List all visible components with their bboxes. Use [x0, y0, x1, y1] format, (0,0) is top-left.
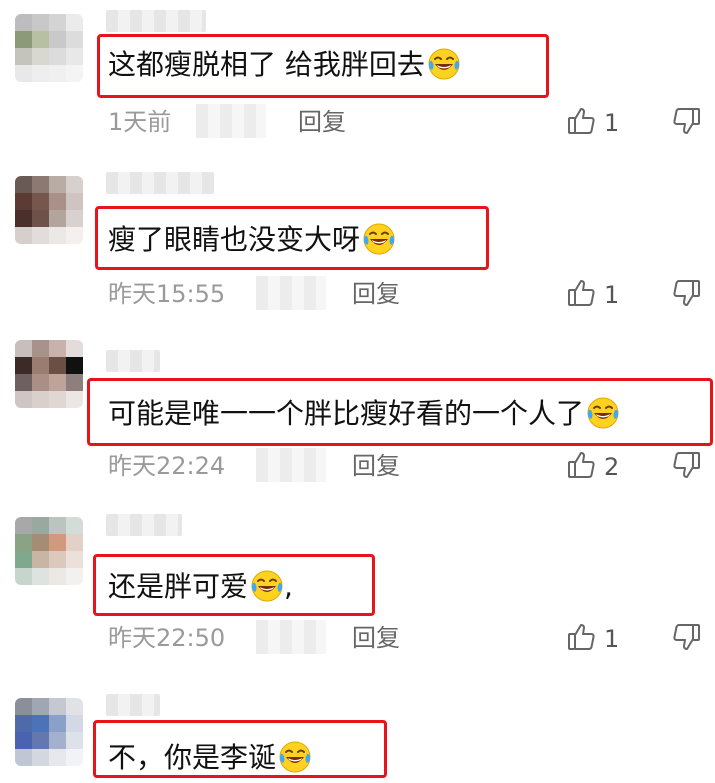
laughing-crying-emoji-icon — [250, 569, 284, 603]
like-count: 1 — [604, 109, 620, 137]
thumbs-up-icon — [566, 449, 598, 485]
reply-button[interactable]: 回复 — [352, 279, 400, 309]
reply-button[interactable]: 回复 — [298, 107, 346, 137]
comment-suffix: , — [284, 570, 293, 603]
comment-time: 昨天15:55 — [108, 280, 226, 308]
username-blurred[interactable] — [106, 694, 160, 716]
like-button[interactable]: 1 — [566, 277, 619, 313]
like-count: 2 — [604, 453, 620, 481]
laughing-crying-emoji-icon — [278, 740, 312, 774]
like-count: 1 — [604, 625, 620, 653]
comment-text-content: 不，你是李诞 — [108, 741, 277, 774]
laughing-crying-emoji-icon — [586, 396, 620, 430]
comment-text-content: 可能是唯一一个胖比瘦好看的一个人了 — [108, 397, 585, 430]
comment-text-content: 这都瘦脱相了 给我胖回去 — [108, 48, 425, 81]
dislike-button[interactable] — [670, 277, 702, 313]
thumbs-down-icon — [670, 624, 702, 657]
comment-text-content: 瘦了眼睛也没变大呀 — [108, 223, 361, 256]
dislike-button[interactable] — [670, 105, 702, 141]
avatar[interactable] — [15, 517, 83, 585]
comment-time: 昨天22:50 — [108, 624, 226, 652]
dislike-button[interactable] — [670, 449, 702, 485]
avatar[interactable] — [15, 176, 83, 244]
reply-button[interactable]: 回复 — [352, 623, 400, 653]
avatar[interactable] — [15, 14, 83, 82]
dislike-button[interactable] — [670, 621, 702, 657]
comment-text: 瘦了眼睛也没变大呀 — [108, 222, 396, 258]
location-blurred — [196, 104, 266, 138]
comment-text: 这都瘦脱相了 给我胖回去 — [108, 47, 461, 83]
comment-time: 昨天22:24 — [108, 452, 226, 480]
comment-text: 可能是唯一一个胖比瘦好看的一个人了 — [108, 396, 620, 432]
comment-time: 1天前 — [108, 108, 172, 136]
thumbs-down-icon — [670, 280, 702, 313]
username-blurred[interactable] — [106, 514, 182, 536]
comment-text: 还是胖可爱, — [108, 569, 293, 605]
location-blurred — [256, 448, 326, 482]
thumbs-up-icon — [566, 277, 598, 313]
comment-text: 不，你是李诞 — [108, 740, 312, 776]
location-blurred — [256, 620, 326, 654]
username-blurred[interactable] — [106, 10, 206, 32]
reply-button[interactable]: 回复 — [352, 451, 400, 481]
thumbs-down-icon — [670, 452, 702, 485]
username-blurred[interactable] — [106, 350, 160, 372]
thumbs-up-icon — [566, 105, 598, 141]
like-button[interactable]: 1 — [566, 621, 619, 657]
like-button[interactable]: 2 — [566, 449, 619, 485]
username-blurred[interactable] — [106, 172, 214, 194]
like-count: 1 — [604, 281, 620, 309]
like-button[interactable]: 1 — [566, 105, 619, 141]
laughing-crying-emoji-icon — [427, 47, 461, 81]
thumbs-up-icon — [566, 621, 598, 657]
avatar[interactable] — [15, 698, 83, 766]
laughing-crying-emoji-icon — [362, 222, 396, 256]
comment-text-content: 还是胖可爱 — [108, 570, 249, 603]
location-blurred — [256, 276, 326, 310]
thumbs-down-icon — [670, 108, 702, 141]
avatar[interactable] — [15, 340, 83, 408]
